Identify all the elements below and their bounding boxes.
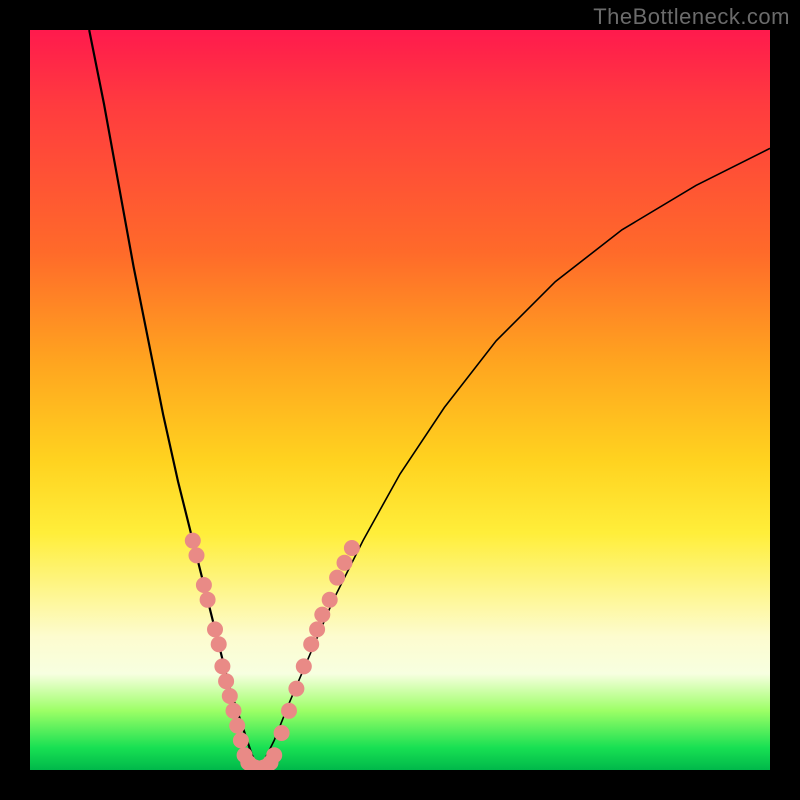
highlight-dot [189, 547, 205, 563]
highlight-dot [226, 703, 242, 719]
highlight-dot [314, 607, 330, 623]
highlight-dot [303, 636, 319, 652]
highlight-dot [274, 725, 290, 741]
highlight-dot [266, 747, 282, 763]
watermark-text: TheBottleneck.com [593, 4, 790, 30]
highlight-dots [185, 533, 360, 770]
curve-left-branch [89, 30, 259, 770]
highlight-dot [214, 658, 230, 674]
highlight-dot [309, 621, 325, 637]
highlight-dot [233, 732, 249, 748]
chart-svg [30, 30, 770, 770]
highlight-dot [281, 703, 297, 719]
highlight-dot [211, 636, 227, 652]
plot-area [30, 30, 770, 770]
highlight-dot [218, 673, 234, 689]
highlight-dot [337, 555, 353, 571]
curve-right-branch [259, 148, 770, 770]
highlight-dot [229, 718, 245, 734]
highlight-dot [196, 577, 212, 593]
highlight-dot [207, 621, 223, 637]
highlight-dot [200, 592, 216, 608]
highlight-dot [288, 681, 304, 697]
outer-frame: TheBottleneck.com [0, 0, 800, 800]
highlight-dot [185, 533, 201, 549]
highlight-dot [329, 570, 345, 586]
highlight-dot [344, 540, 360, 556]
highlight-dot [322, 592, 338, 608]
highlight-dot [296, 658, 312, 674]
highlight-dot [222, 688, 238, 704]
